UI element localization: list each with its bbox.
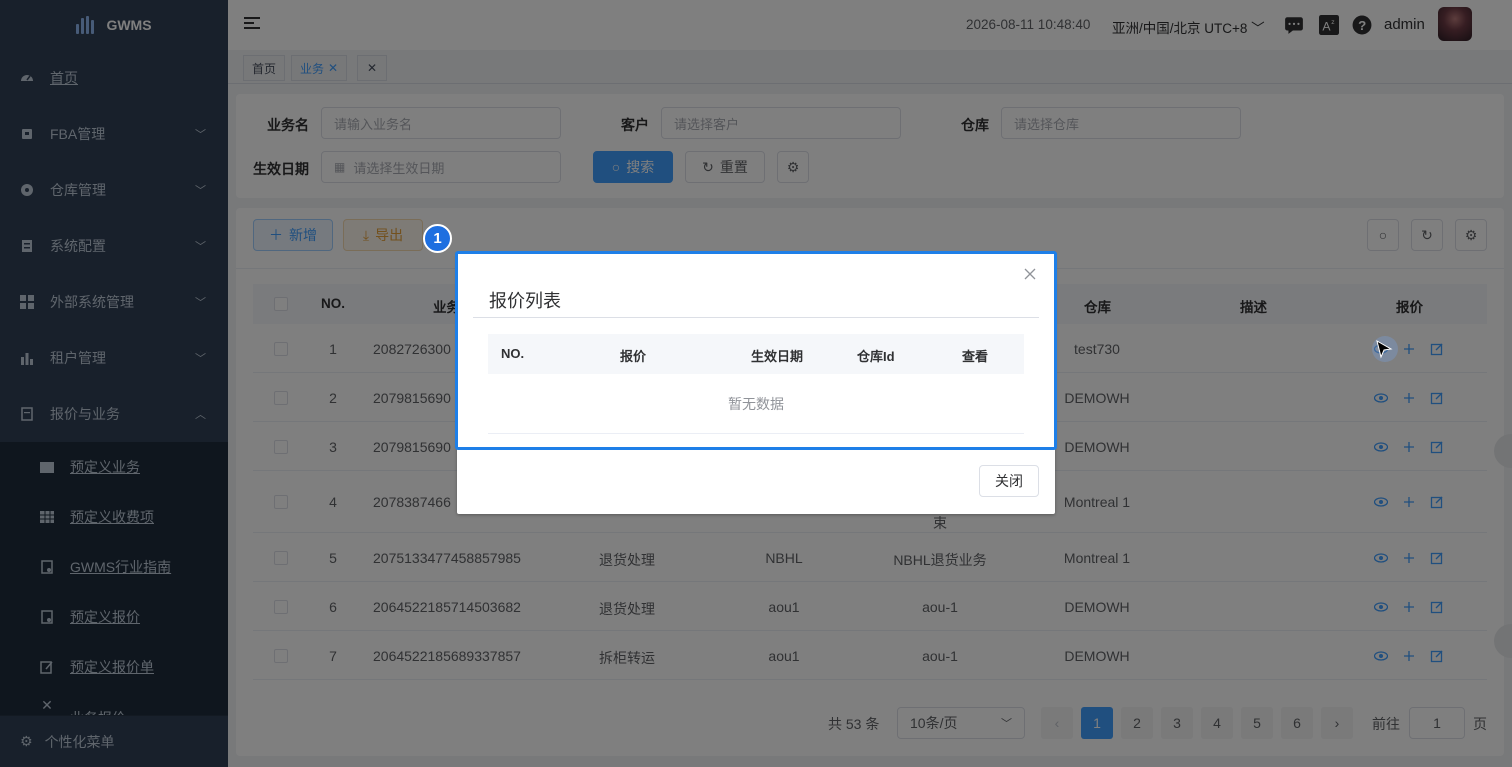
step-badge: 1: [423, 224, 452, 253]
pointer-cursor-icon: [1376, 339, 1393, 359]
dialog-highlight: [455, 251, 1057, 450]
cursor-highlight: [1372, 336, 1398, 362]
dialog-close-button[interactable]: 关闭: [979, 465, 1039, 497]
